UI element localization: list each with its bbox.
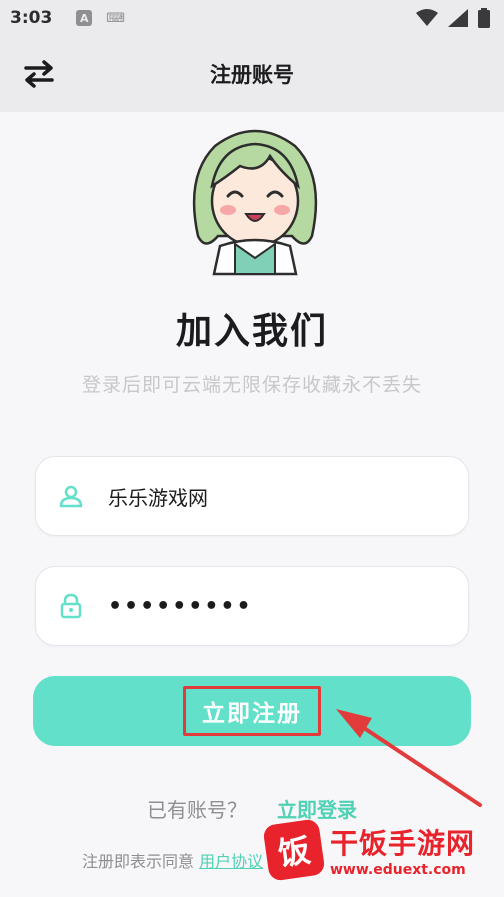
- battery-icon: [478, 8, 490, 28]
- watermark-url: www.eduext.com: [330, 862, 466, 878]
- app-bar: 注册账号: [0, 36, 504, 112]
- watermark-title: 干饭手游网: [330, 827, 476, 860]
- login-question: 已有账号？: [147, 798, 247, 822]
- username-field[interactable]: 乐乐游戏网: [35, 456, 469, 536]
- a-badge-icon: A: [76, 10, 93, 26]
- subheading: 登录后即可云端无限保存收藏永不丢失: [81, 374, 422, 396]
- annotation-arrow: [336, 709, 482, 807]
- user-agreement-link[interactable]: 用户协议: [199, 852, 263, 871]
- signal-icon: [448, 9, 468, 27]
- keyboard-icon: ⌨: [106, 10, 126, 26]
- status-icons: [416, 8, 490, 28]
- swap-icon[interactable]: [22, 58, 56, 90]
- watermark-logo: 饭: [262, 818, 326, 882]
- agreement-text: 注册即表示同意: [82, 852, 195, 871]
- lock-icon: [60, 593, 82, 619]
- watermark: 饭 干饭手游网 www.eduext.com: [262, 809, 496, 891]
- user-icon: [59, 485, 83, 508]
- password-value[interactable]: •••••••••: [108, 594, 253, 619]
- status-time: 3:03: [10, 8, 53, 28]
- wifi-icon: [416, 9, 438, 26]
- register-button-label: 立即注册: [183, 686, 321, 736]
- avatar: [192, 129, 318, 276]
- status-bar: 3:03 A ⌨: [0, 0, 504, 36]
- username-value[interactable]: 乐乐游戏网: [108, 482, 208, 511]
- heading: 加入我们: [175, 311, 328, 352]
- page-title: 注册账号: [210, 63, 294, 87]
